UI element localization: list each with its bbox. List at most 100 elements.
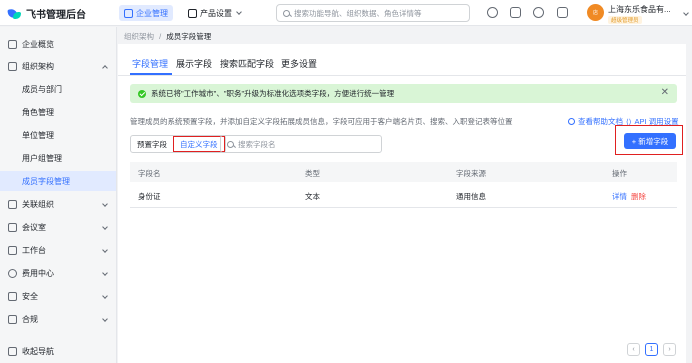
column-header: 操作 xyxy=(612,169,627,178)
column-header: 字段名 xyxy=(138,169,161,178)
chevron-up-icon xyxy=(102,65,108,71)
building-icon xyxy=(124,8,133,18)
room-icon xyxy=(8,222,17,232)
org-switcher[interactable]: 上海东乐食品有... 超级管理员 xyxy=(608,4,671,24)
chevron-down-icon xyxy=(236,9,242,15)
chevron-down-icon xyxy=(102,201,108,207)
chevron-down-icon xyxy=(102,293,108,299)
filter-custom-button[interactable]: 自定义字段 xyxy=(173,136,225,152)
sidebar-subitem-groups[interactable]: 用户组管理 xyxy=(22,148,62,168)
add-field-highlight: + 新增字段 xyxy=(615,125,683,155)
sidebar-item-label: 收起导航 xyxy=(22,346,54,356)
filter-preset-button[interactable]: 预置字段 xyxy=(131,136,173,152)
tab-field-management[interactable]: 字段管理 xyxy=(132,57,168,70)
shield-icon xyxy=(8,291,17,301)
field-type-filter: 预置字段 自定义字段 xyxy=(130,135,226,153)
tab-divider xyxy=(118,75,686,76)
sidebar-item-linked-orgs[interactable]: 关联组织 xyxy=(0,194,117,214)
main-panel: 字段管理 展示字段 搜索匹配字段 更多设置 系统已将"工作城市"、"职务"升级为… xyxy=(118,44,686,363)
sidebar: 企业概览 组织架构 成员与部门 角色管理 单位管理 用户组管理 成员字段管理 关… xyxy=(0,27,117,363)
check-icon xyxy=(8,314,17,324)
sidebar-item-rooms[interactable]: 会议室 xyxy=(0,217,117,237)
coin-icon xyxy=(8,268,17,278)
question-icon xyxy=(568,118,575,125)
column-header: 类型 xyxy=(305,169,320,178)
field-search-placeholder: 搜索字段名 xyxy=(238,139,276,149)
breadcrumb: 组织架构 / 成员字段管理 xyxy=(124,31,211,42)
avatar[interactable]: 店 xyxy=(587,4,604,21)
tab-display-fields[interactable]: 展示字段 xyxy=(176,57,212,70)
tab-more-settings[interactable]: 更多设置 xyxy=(281,57,317,70)
nav-product-label: 产品设置 xyxy=(200,8,232,18)
org-icon xyxy=(8,61,17,71)
chevron-down-icon xyxy=(102,247,108,253)
sidebar-item-label: 会议室 xyxy=(22,222,46,232)
breadcrumb-parent[interactable]: 组织架构 xyxy=(124,32,154,41)
feishu-logo-icon xyxy=(7,7,22,21)
pagination-next[interactable]: › xyxy=(663,343,676,356)
apps-icon xyxy=(8,245,17,255)
pagination-page[interactable]: 1 xyxy=(645,343,658,356)
pagination-prev[interactable]: ‹ xyxy=(627,343,640,356)
chevron-down-icon xyxy=(102,270,108,276)
table-header: 字段名 类型 字段来源 操作 xyxy=(130,162,677,182)
chevron-down-icon[interactable] xyxy=(683,10,689,16)
sidebar-subitem-roles[interactable]: 角色管理 xyxy=(22,102,54,122)
sidebar-item-workplace[interactable]: 工作台 xyxy=(0,240,117,260)
sidebar-item-label: 企业概览 xyxy=(22,39,54,49)
close-icon[interactable]: ✕ xyxy=(661,87,669,98)
sidebar-collapse-button[interactable]: 收起导航 xyxy=(0,341,117,361)
chevron-down-icon xyxy=(102,224,108,230)
top-bar: 飞书管理后台 企业管理 产品设置 搜索功能导航、组织数据、角色详情等 店 上海东… xyxy=(0,0,692,26)
add-field-button[interactable]: + 新增字段 xyxy=(624,133,676,149)
grid-icon xyxy=(8,39,17,49)
sidebar-item-label: 合规 xyxy=(22,314,38,324)
search-icon xyxy=(283,9,290,17)
sidebar-item-label: 工作台 xyxy=(22,245,46,255)
sidebar-subitem-units[interactable]: 单位管理 xyxy=(22,125,54,145)
cell-field-name: 身份证 xyxy=(138,192,161,201)
org-name: 上海东乐食品有... xyxy=(608,5,671,14)
breadcrumb-current: 成员字段管理 xyxy=(166,32,212,41)
link-icon xyxy=(8,199,17,209)
sidebar-item-label: 关联组织 xyxy=(22,199,54,209)
app-logo[interactable]: 飞书管理后台 xyxy=(7,6,86,21)
sidebar-subitem-members[interactable]: 成员与部门 xyxy=(22,79,62,99)
sidebar-item-label: 组织架构 xyxy=(22,61,54,71)
page-description: 管理成员的系统预置字段，并添加自定义字段拓展成员信息，字段可应用于客户端名片页、… xyxy=(130,117,513,126)
field-search-input[interactable]: 搜索字段名 xyxy=(220,135,382,153)
box-icon xyxy=(188,8,197,18)
sidebar-item-security[interactable]: 安全 xyxy=(0,286,117,306)
sidebar-item-billing[interactable]: 费用中心 xyxy=(0,263,117,283)
bell-icon[interactable] xyxy=(557,7,568,18)
tab-search-match-fields[interactable]: 搜索匹配字段 xyxy=(220,57,274,70)
nav-enterprise-label: 企业管理 xyxy=(136,8,168,18)
column-header: 字段来源 xyxy=(456,169,486,178)
cell-field-type: 文本 xyxy=(305,192,320,201)
global-search-input[interactable]: 搜索功能导航、组织数据、角色详情等 xyxy=(276,4,470,22)
global-search-placeholder: 搜索功能导航、组织数据、角色详情等 xyxy=(294,8,422,18)
admin-badge: 超级管理员 xyxy=(608,16,642,24)
collapse-icon xyxy=(8,346,17,356)
success-check-icon xyxy=(138,89,146,98)
row-delete-link[interactable]: 删除 xyxy=(631,191,646,202)
nav-product-settings[interactable]: 产品设置 xyxy=(183,5,246,21)
sidebar-item-org[interactable]: 组织架构 xyxy=(0,56,117,76)
sidebar-item-label: 费用中心 xyxy=(22,268,54,278)
sidebar-item-overview[interactable]: 企业概览 xyxy=(0,34,117,54)
cell-field-source: 通用信息 xyxy=(456,192,486,201)
sidebar-item-compliance[interactable]: 合规 xyxy=(0,309,117,329)
search-icon xyxy=(227,140,234,148)
sidebar-item-label: 安全 xyxy=(22,291,38,301)
feedback-icon[interactable] xyxy=(510,7,521,18)
sidebar-subitem-member-fields[interactable]: 成员字段管理 xyxy=(0,171,116,191)
table-row: 身份证 文本 通用信息 详情 删除 xyxy=(130,182,677,208)
notice-text: 系统已将"工作城市"、"职务"升级为标准化选项类字段，方便进行统一管理 xyxy=(151,89,395,98)
breadcrumb-separator: / xyxy=(159,32,162,41)
app-title: 飞书管理后台 xyxy=(26,10,86,21)
headset-icon[interactable] xyxy=(487,7,498,18)
row-details-link[interactable]: 详情 xyxy=(612,191,627,202)
help-icon[interactable] xyxy=(533,7,544,18)
nav-enterprise[interactable]: 企业管理 xyxy=(119,5,173,21)
chevron-down-icon xyxy=(102,316,108,322)
